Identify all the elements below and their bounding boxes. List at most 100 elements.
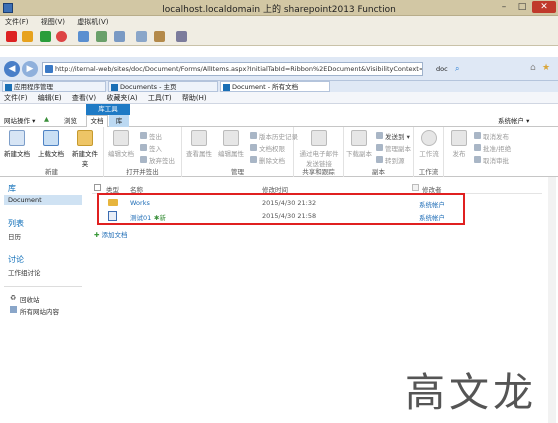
revert-icon[interactable]: [96, 31, 107, 42]
ribbon-group-manage: 查看属性 编辑属性 版本历史记录 文档权限 删除文档 管理: [182, 127, 298, 177]
group-label-new: 新建: [45, 168, 58, 176]
nav-divider: [4, 286, 82, 287]
add-document-label: 添加文档: [101, 231, 128, 239]
menu-tools[interactable]: 工具(T): [144, 92, 176, 104]
tab-documents[interactable]: 文档: [86, 115, 108, 127]
column-checkout-icon: [412, 184, 419, 191]
vm-title-bar: localhost.localdomain 上的 sharepoint2013 …: [0, 0, 558, 16]
back-icon[interactable]: ◀: [4, 61, 20, 77]
tab-label: Document - 所有文档: [232, 83, 299, 91]
tab-documents-home[interactable]: Documents - 主页: [108, 81, 218, 92]
nav-discussions-heading[interactable]: 讨论: [8, 254, 24, 265]
pause-icon[interactable]: [22, 31, 33, 42]
checkin-button[interactable]: 签入: [140, 143, 162, 153]
view-properties-label: 查看属性: [186, 150, 212, 158]
reset-icon[interactable]: [56, 31, 67, 42]
minimize-icon[interactable]: –: [496, 1, 512, 13]
menu-help[interactable]: 帮助(H): [178, 92, 211, 104]
nav-lists-heading[interactable]: 列表: [8, 218, 24, 229]
send-to-button[interactable]: 发送到 ▾: [376, 131, 410, 141]
nav-libraries-heading[interactable]: 库: [8, 183, 16, 194]
goto-source-button[interactable]: 转到源: [376, 155, 405, 165]
home-icon[interactable]: ⌂: [530, 63, 536, 73]
site-content-icon: [10, 306, 17, 313]
cancel-approval-button[interactable]: 取消审批: [474, 155, 509, 165]
menu-file[interactable]: 文件(F): [0, 92, 32, 104]
vm-menu-view[interactable]: 视图(V): [36, 16, 70, 28]
user-menu[interactable]: 系统帐户 ▾: [498, 115, 529, 125]
keyboard-icon[interactable]: [154, 31, 165, 42]
close-icon[interactable]: ✕: [532, 1, 556, 13]
play-icon[interactable]: [40, 31, 51, 42]
checkout-button[interactable]: 签出: [140, 131, 162, 141]
vertical-scrollbar[interactable]: [548, 177, 556, 423]
settings-icon[interactable]: [114, 31, 125, 42]
maximize-icon[interactable]: □: [514, 1, 530, 13]
new-document-button[interactable]: 新建文档: [2, 130, 32, 158]
add-document-link[interactable]: ✚ 添加文档: [94, 229, 128, 239]
workflows-button[interactable]: 工作流: [414, 130, 444, 158]
tab-browse[interactable]: 浏览: [64, 115, 77, 125]
download-copy-button[interactable]: 下载副本: [344, 130, 374, 158]
tab-app-management[interactable]: 应用程序管理: [2, 81, 106, 92]
tab-document-all[interactable]: Document - 所有文档: [220, 81, 330, 92]
ribbon-group-open: 编辑文档 签出 签入 放弃签出 打开并签出: [104, 127, 182, 177]
browser-menu-bar: 文件(F) 编辑(E) 查看(V) 收藏夹(A) 工具(T) 帮助(H): [0, 92, 558, 104]
ribbon-group-share: 通过电子邮件发送链接 共享和跟踪: [294, 127, 344, 177]
publish-label: 发布: [452, 150, 466, 158]
delete-document-button[interactable]: 删除文档: [250, 155, 285, 165]
new-folder-button[interactable]: 新建文件夹: [70, 130, 100, 168]
recycle-bin-icon: ♻: [10, 294, 17, 302]
console-icon[interactable]: [136, 31, 147, 42]
edit-properties-icon: [223, 130, 239, 146]
menu-favorites[interactable]: 收藏夹(A): [102, 92, 141, 104]
nav-item-all-site-content[interactable]: 所有网站内容: [20, 306, 59, 316]
watermark: 高文龙: [405, 370, 537, 416]
document-permissions-button[interactable]: 文档权限: [250, 143, 285, 153]
library-tools-label: 库工具: [86, 104, 130, 115]
nav-item-recycle-bin[interactable]: 回收站: [20, 294, 40, 304]
workflow-icon: [421, 130, 437, 146]
ribbon: 新建文档 上载文档 新建文件夹 新建 编辑文档 签出 签入 放弃签出 打开并签出…: [0, 127, 558, 177]
manage-copies-button[interactable]: 管理副本: [376, 143, 411, 153]
new-document-icon: [9, 130, 25, 146]
edit-document-button[interactable]: 编辑文档: [106, 130, 136, 158]
view-properties-button[interactable]: 查看属性: [184, 130, 214, 158]
select-all-checkbox[interactable]: [94, 184, 101, 191]
nav-item-calendar[interactable]: 日历: [8, 231, 21, 241]
nav-item-team-discussion[interactable]: 工作组讨论: [8, 267, 41, 277]
workflows-label: 工作流: [419, 150, 439, 158]
forward-icon[interactable]: ▶: [22, 61, 38, 77]
navigate-up-icon[interactable]: ▲: [44, 115, 49, 123]
favorites-icon[interactable]: ★: [542, 63, 550, 73]
approve-reject-button[interactable]: 批准/拒绝: [474, 143, 511, 153]
properties-icon: [191, 130, 207, 146]
site-actions-menu[interactable]: 网站操作 ▾: [4, 115, 35, 125]
stop-icon[interactable]: [6, 31, 17, 42]
vm-menu-vm[interactable]: 虚拟机(V): [72, 16, 113, 28]
browser-address-bar: ◀ ▶ http://iternal-web/sites/doc/Documen…: [0, 57, 558, 81]
add-icon: ✚: [94, 231, 100, 239]
ribbon-group-publish: 发布 取消发布 批准/拒绝 取消审批: [444, 127, 548, 177]
snapshot-icon[interactable]: [78, 31, 89, 42]
menu-view[interactable]: 查看(V): [68, 92, 100, 104]
folder-icon: [77, 130, 93, 146]
edit-properties-button[interactable]: 编辑属性: [216, 130, 246, 158]
download-copy-label: 下载副本: [346, 150, 372, 158]
nav-item-document[interactable]: Document: [4, 195, 82, 205]
vm-menu-file[interactable]: 文件(F): [0, 16, 34, 28]
version-history-button[interactable]: 版本历史记录: [250, 131, 298, 141]
publish-button[interactable]: 发布: [444, 130, 474, 158]
email-link-button[interactable]: 通过电子邮件发送链接: [297, 130, 341, 168]
ribbon-group-copies: 下载副本 发送到 ▾ 管理副本 转到源 副本: [344, 127, 414, 177]
usb-icon[interactable]: [176, 31, 187, 42]
search-icon[interactable]: ⌕: [455, 64, 459, 74]
discard-checkout-button[interactable]: 放弃签出: [140, 155, 175, 165]
unpublish-button[interactable]: 取消发布: [474, 131, 509, 141]
upload-icon: [43, 130, 59, 146]
tab-library[interactable]: 库: [109, 115, 129, 127]
address-input[interactable]: http://iternal-web/sites/doc/Document/Fo…: [42, 62, 423, 76]
upload-document-button[interactable]: 上载文档: [36, 130, 66, 158]
address-text: http://iternal-web/sites/doc/Document/Fo…: [55, 65, 422, 73]
menu-edit[interactable]: 编辑(E): [34, 92, 66, 104]
